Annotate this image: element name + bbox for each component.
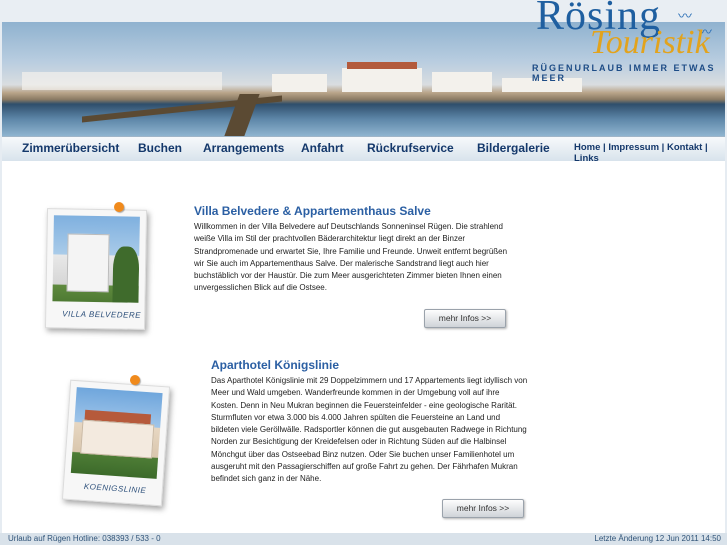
koenigslinie-photo bbox=[70, 387, 163, 479]
villa-description: Willkommen in der Villa Belvedere auf De… bbox=[194, 221, 524, 295]
nav-item-bildergalerie[interactable]: Bildergalerie bbox=[477, 141, 550, 155]
villa-text-line: Willkommen in der Villa Belvedere auf De… bbox=[194, 222, 503, 231]
pin-icon bbox=[114, 202, 124, 212]
koenigslinie-text-line: Das Aparthotel Königslinie mit 29 Doppel… bbox=[211, 376, 528, 385]
villa-photo bbox=[52, 215, 140, 303]
villa-text-line: Strandpromenade und erwartet Sie, Ihre F… bbox=[194, 246, 508, 256]
koenigslinie-text-line: Kosten. Denn in Neu Mukran beginnen die … bbox=[211, 400, 517, 410]
villa-text-line: weiße Villa im Stil der prachtvollen Bäd… bbox=[194, 234, 466, 244]
nav-item-arrangements[interactable]: Arrangements bbox=[203, 141, 284, 155]
footer-last-modified: Letzte Änderung 12 Jun 2011 14:50 bbox=[594, 534, 721, 543]
villa-text-line: wir Sie auch im Appartementhaus Salve. D… bbox=[194, 258, 489, 268]
pin-icon bbox=[130, 375, 140, 385]
villa-more-info-button[interactable]: mehr Infos >> bbox=[424, 309, 506, 328]
koenigslinie-text-line: Mönchgut über das Ostseebad Binz nutzen.… bbox=[211, 449, 515, 459]
seagull-icon: 〰 bbox=[678, 8, 692, 24]
koenigslinie-text-line: bildeten viele Geröllwälle. Radsportler … bbox=[211, 425, 527, 435]
main-content: VILLA BELVEDERE Villa Belvedere & Appart… bbox=[2, 161, 725, 533]
footer: Urlaub auf Rügen Hotline: 038393 / 533 -… bbox=[0, 533, 727, 545]
nav-item-zimmeruebersicht[interactable]: Zimmerübersicht bbox=[22, 141, 119, 155]
banner-building bbox=[342, 68, 422, 92]
villa-tree bbox=[112, 246, 140, 303]
villa-title: Villa Belvedere & Appartementhaus Salve bbox=[194, 204, 431, 218]
banner-building bbox=[432, 72, 492, 92]
villa-text-line: buchstäblich vor der Haustür. Die zum Me… bbox=[194, 271, 502, 281]
logo-line2: Touristik bbox=[590, 24, 710, 61]
koenigslinie-text-line: Sturmfluten vor etwa 3.000 bis 4.000 Jah… bbox=[211, 412, 501, 422]
villa-photo-card: VILLA BELVEDERE bbox=[44, 208, 148, 330]
footer-hotline: Urlaub auf Rügen Hotline: 038393 / 533 -… bbox=[8, 534, 161, 543]
koenigslinie-building bbox=[80, 419, 155, 459]
koenigslinie-text-line: Norden zur Besichtigung der Kreidefelsen… bbox=[211, 437, 507, 447]
nav-item-buchen[interactable]: Buchen bbox=[138, 141, 182, 155]
site-logo[interactable]: 〰 〰 Rösing Touristik RÜGENURLAUB IMMER E… bbox=[528, 0, 727, 83]
koenigslinie-more-info-button[interactable]: mehr Infos >> bbox=[442, 499, 524, 518]
main-navigation: Zimmerübersicht Buchen Arrangements Anfa… bbox=[2, 136, 725, 164]
page: 〰 〰 Rösing Touristik RÜGENURLAUB IMMER E… bbox=[0, 0, 727, 545]
nav-item-anfahrt[interactable]: Anfahrt bbox=[301, 141, 344, 155]
villa-text-line: unvergesslichen Blick auf die Ostsee. bbox=[194, 283, 327, 293]
koenigslinie-text-line: ausgeruht mit den Passagierschiffen auf … bbox=[211, 462, 518, 472]
banner-building bbox=[272, 74, 327, 92]
koenigslinie-description: Das Aparthotel Königslinie mit 29 Doppel… bbox=[211, 375, 541, 486]
banner-building bbox=[22, 72, 222, 90]
villa-caption: VILLA BELVEDERE bbox=[62, 309, 142, 320]
koenigslinie-text-line: befindet sich ganz in der Nähe. bbox=[211, 474, 322, 484]
banner-roof bbox=[347, 62, 417, 69]
villa-building bbox=[66, 233, 110, 293]
koenigslinie-title: Aparthotel Königslinie bbox=[211, 358, 340, 372]
koenigslinie-photo-card: KOENIGSLINIE bbox=[61, 379, 171, 507]
koenigslinie-text-line: Meer und Wald umgeben. Wanderfreunde kom… bbox=[211, 388, 500, 398]
nav-item-rueckrufservice[interactable]: Rückrufservice bbox=[367, 141, 454, 155]
logo-tagline: RÜGENURLAUB IMMER ETWAS MEER bbox=[532, 63, 716, 83]
koenigslinie-caption: KOENIGSLINIE bbox=[83, 481, 147, 496]
